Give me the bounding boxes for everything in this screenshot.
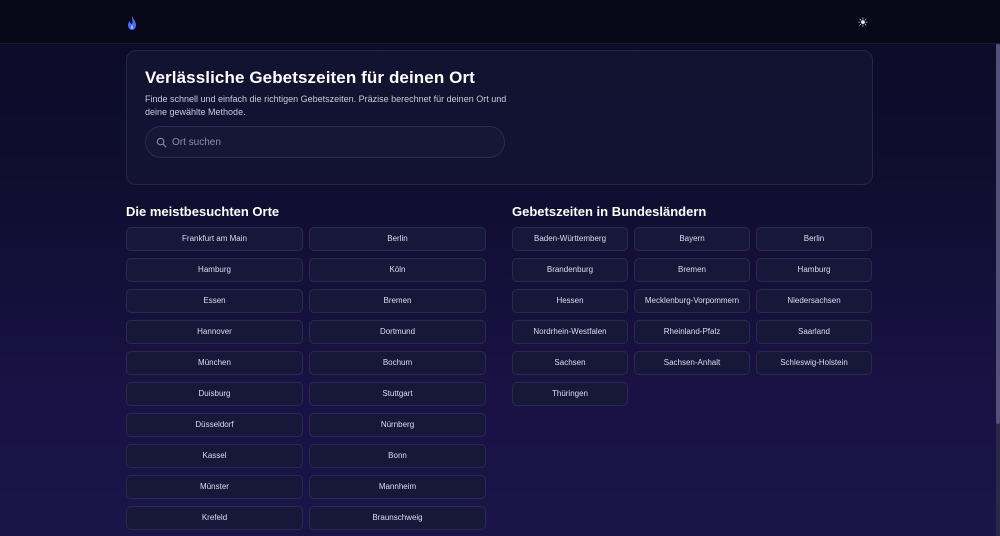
state-button[interactable]: Rheinland-Pfalz [634,320,750,344]
state-button[interactable]: Thüringen [512,382,628,406]
top-navigation-bar: ☀ [0,0,1000,44]
state-button[interactable]: Saarland [756,320,872,344]
state-button[interactable]: Brandenburg [512,258,628,282]
city-button[interactable]: Bochum [309,351,486,375]
city-button[interactable]: Essen [126,289,303,313]
city-button[interactable]: Münster [126,475,303,499]
state-button[interactable]: Mecklenburg-Vorpommern [634,289,750,313]
city-button[interactable]: Düsseldorf [126,413,303,437]
page-title: Verlässliche Gebetszeiten für deinen Ort [145,68,475,87]
states-grid: Baden-Württemberg Bayern Berlin Brandenb… [512,227,872,406]
city-button[interactable]: Mannheim [309,475,486,499]
search-input[interactable] [172,127,492,157]
city-button[interactable]: Bremen [309,289,486,313]
state-button[interactable]: Nordrhein-Westfalen [512,320,628,344]
state-button[interactable]: Baden-Württemberg [512,227,628,251]
state-button[interactable]: Schleswig-Holstein [756,351,872,375]
city-button[interactable]: Frankfurt am Main [126,227,303,251]
popular-places-grid: Frankfurt am Main Berlin Hamburg Köln Es… [126,227,486,530]
page-subtitle: Finde schnell und einfach die richtigen … [145,94,507,117]
state-button[interactable]: Bremen [634,258,750,282]
city-button[interactable]: Duisburg [126,382,303,406]
state-button[interactable]: Sachsen [512,351,628,375]
city-button[interactable]: Kassel [126,444,303,468]
city-button[interactable]: München [126,351,303,375]
city-button[interactable]: Nürnberg [309,413,486,437]
city-button[interactable]: Hannover [126,320,303,344]
search-field[interactable] [145,126,505,158]
state-button[interactable]: Hamburg [756,258,872,282]
scrollbar-thumb[interactable] [996,44,1000,424]
city-button[interactable]: Köln [309,258,486,282]
hero-card: Verlässliche Gebetszeiten für deinen Ort… [126,50,873,185]
state-button[interactable]: Sachsen-Anhalt [634,351,750,375]
city-button[interactable]: Krefeld [126,506,303,530]
city-button[interactable]: Dortmund [309,320,486,344]
state-button[interactable]: Hessen [512,289,628,313]
city-button[interactable]: Berlin [309,227,486,251]
states-title: Gebetszeiten in Bundesländern [512,204,707,219]
state-button[interactable]: Niedersachsen [756,289,872,313]
popular-places-title: Die meistbesuchten Orte [126,204,280,219]
city-button[interactable]: Braunschweig [309,506,486,530]
city-button[interactable]: Stuttgart [309,382,486,406]
state-button[interactable]: Berlin [756,227,872,251]
city-button[interactable]: Hamburg [126,258,303,282]
search-icon [156,137,167,148]
city-button[interactable]: Bonn [309,444,486,468]
drop-flame-icon[interactable] [126,15,138,31]
sun-icon[interactable]: ☀ [854,14,872,32]
state-button[interactable]: Bayern [634,227,750,251]
